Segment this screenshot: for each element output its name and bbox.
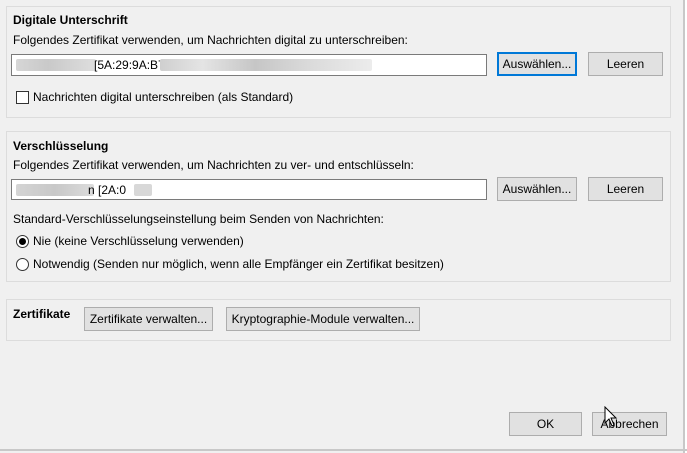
signing-certificate-field[interactable]: [5A:29:9A:B7: bbox=[11, 54, 487, 76]
redacted-text bbox=[160, 59, 372, 71]
radio-empty-icon[interactable] bbox=[16, 258, 29, 271]
radio-required-label[interactable]: Notwendig (Senden nur möglich, wenn alle… bbox=[33, 257, 444, 271]
radio-selected-icon[interactable] bbox=[16, 235, 29, 248]
ok-button[interactable]: OK bbox=[509, 412, 582, 436]
signing-clear-button[interactable]: Leeren bbox=[588, 52, 663, 76]
redacted-text bbox=[16, 184, 94, 196]
window-bottom-edge bbox=[0, 449, 687, 451]
mouse-pointer-icon bbox=[604, 406, 618, 427]
encryption-title: Verschlüsselung bbox=[13, 139, 109, 153]
manage-certificates-button[interactable]: Zertifikate verwalten... bbox=[84, 307, 213, 331]
encryption-select-button[interactable]: Auswählen... bbox=[497, 177, 577, 201]
redacted-text bbox=[134, 184, 152, 196]
sign-by-default-label[interactable]: Nachrichten digital unterschreiben (als … bbox=[33, 90, 293, 104]
encryption-certificate-field[interactable]: n [2A:0 bbox=[11, 179, 487, 200]
radio-never-label[interactable]: Nie (keine Verschlüsselung verwenden) bbox=[33, 234, 244, 248]
encryption-default-label: Standard-Verschlüsselungseinstellung bei… bbox=[13, 212, 384, 226]
manage-crypto-modules-button[interactable]: Kryptographie-Module verwalten... bbox=[226, 307, 420, 331]
signing-title: Digitale Unterschrift bbox=[13, 13, 128, 27]
signing-description: Folgendes Zertifikat verwenden, um Nachr… bbox=[13, 33, 408, 47]
checkbox-unchecked-icon[interactable] bbox=[16, 91, 29, 104]
encryption-clear-button[interactable]: Leeren bbox=[588, 177, 663, 201]
encryption-certificate-value: n [2A:0 bbox=[88, 183, 127, 197]
encryption-description: Folgendes Zertifikat verwenden, um Nachr… bbox=[13, 158, 414, 172]
signing-certificate-value: [5A:29:9A:B7: bbox=[94, 58, 169, 72]
redacted-text bbox=[16, 59, 96, 71]
signing-select-button[interactable]: Auswählen... bbox=[497, 52, 577, 76]
certificates-title: Zertifikate bbox=[13, 307, 71, 321]
radio-dot bbox=[19, 238, 26, 245]
